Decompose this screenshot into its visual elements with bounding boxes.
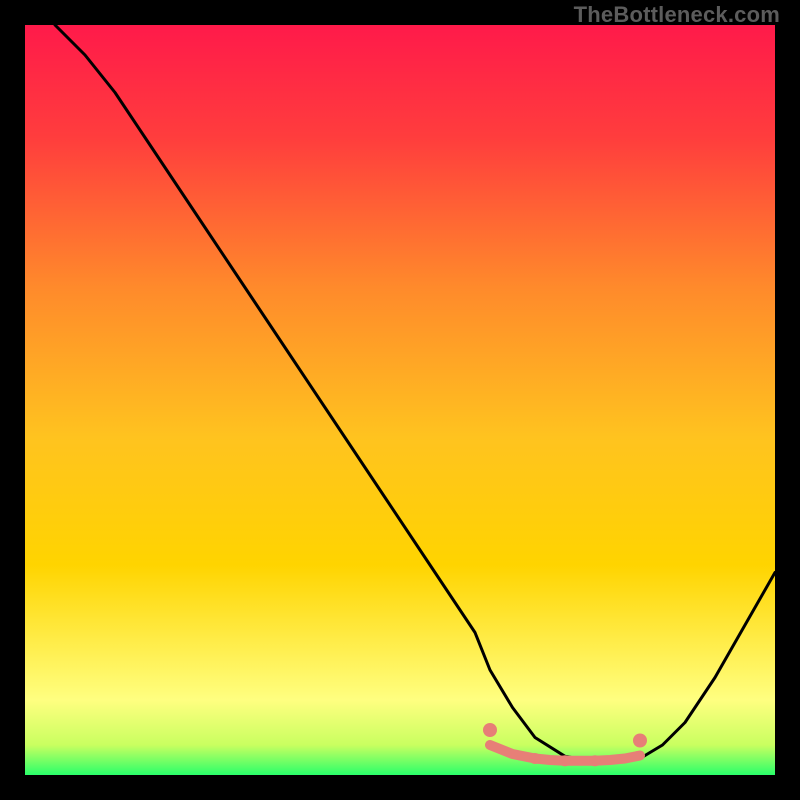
flat-region-start-dot	[483, 723, 497, 737]
flat-region-end-dot	[633, 734, 647, 748]
chart-svg	[25, 25, 775, 775]
flat-region-dot	[560, 755, 571, 766]
flat-region-dot	[590, 755, 601, 766]
gradient-background	[25, 25, 775, 775]
plot-area	[25, 25, 775, 775]
chart-frame: TheBottleneck.com	[0, 0, 800, 800]
flat-region-dot	[530, 753, 541, 764]
